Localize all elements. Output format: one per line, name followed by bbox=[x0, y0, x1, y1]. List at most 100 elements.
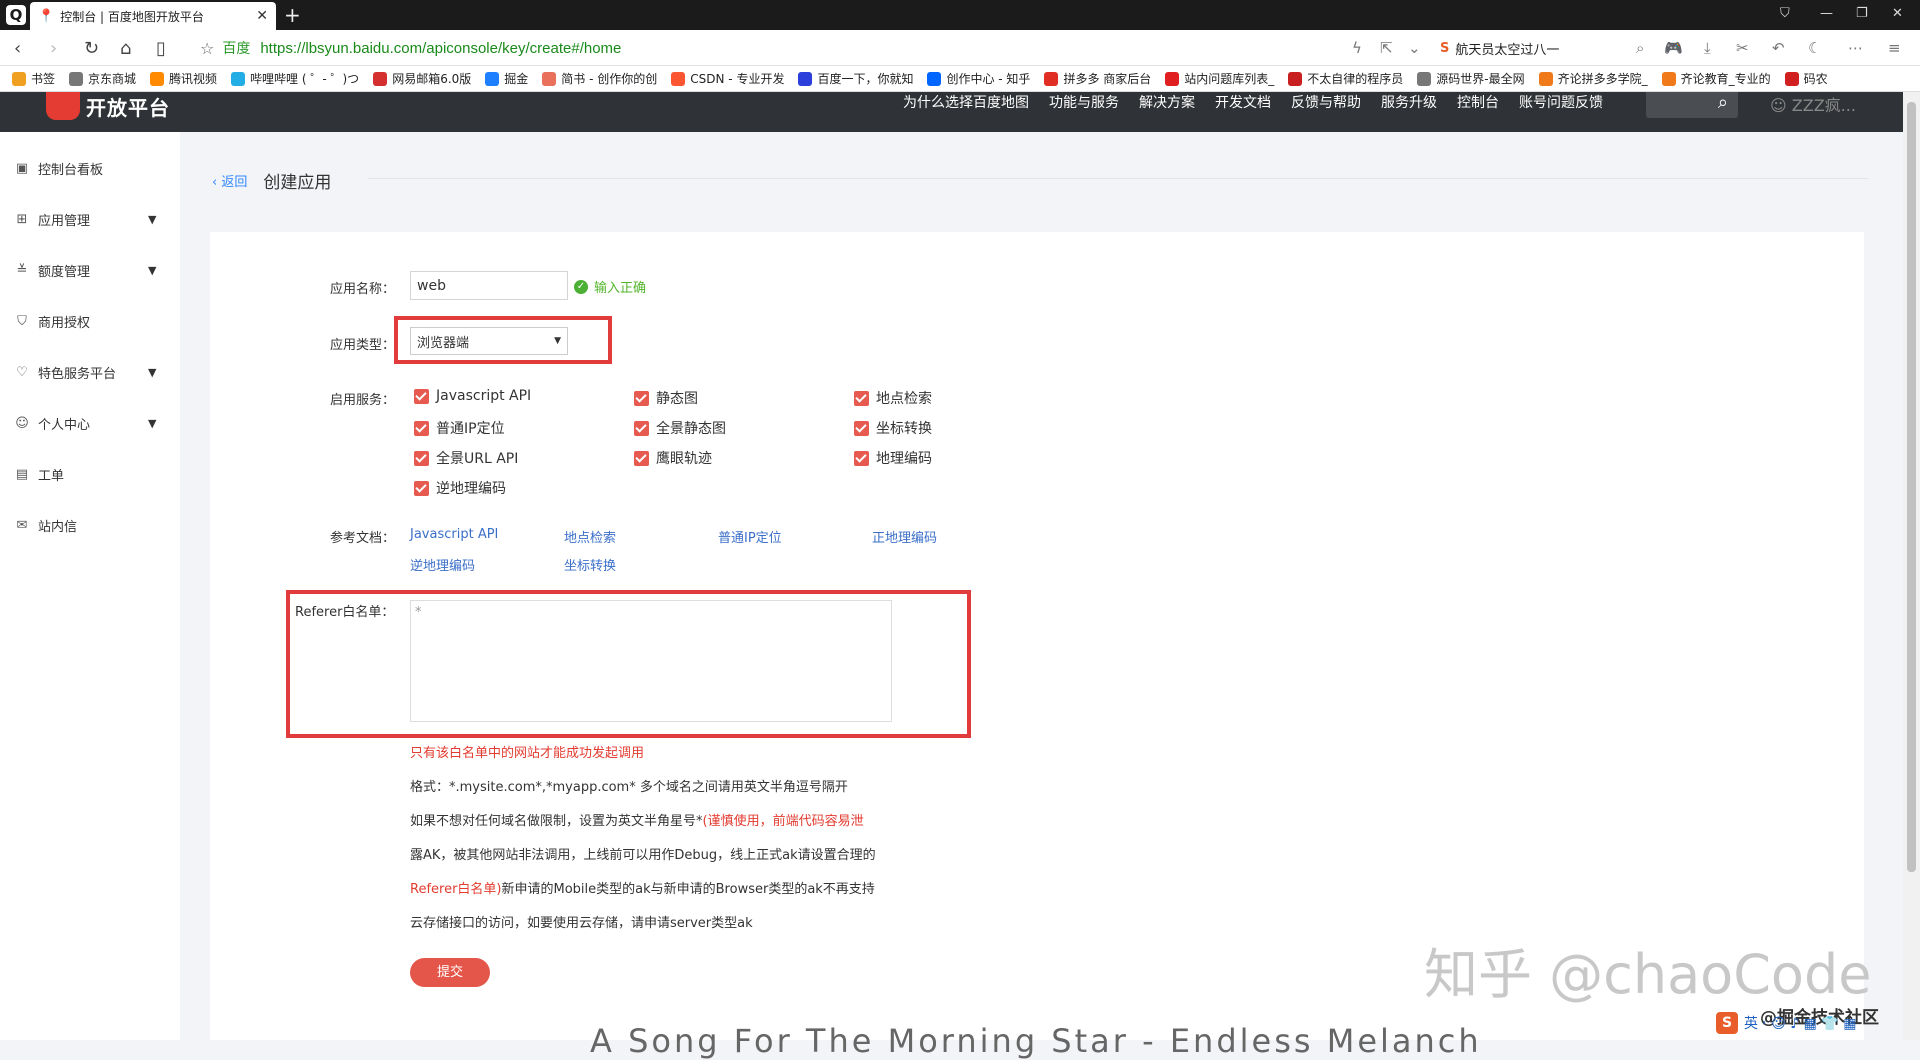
browser-tab-active[interactable]: 📍 控制台 | 百度地图开放平台 ✕ bbox=[30, 2, 276, 30]
undo-icon[interactable]: ↶ bbox=[1772, 39, 1785, 57]
checkbox-checked-icon[interactable] bbox=[414, 420, 429, 436]
minimize-icon[interactable]: — bbox=[1820, 6, 1833, 21]
bookmark-item[interactable]: 齐论拼多多学院_ bbox=[1538, 70, 1648, 87]
service-checkbox[interactable]: 坐标转换 bbox=[854, 418, 932, 438]
back-icon[interactable]: ‹ bbox=[14, 38, 21, 59]
more-icon[interactable]: ⋯ bbox=[1848, 39, 1863, 57]
service-checkbox[interactable]: 全景静态图 bbox=[634, 418, 726, 438]
shirt-icon[interactable]: ⛉ bbox=[1780, 6, 1790, 21]
bookmark-item[interactable]: 百度一下，你就知 bbox=[798, 70, 913, 87]
close-tab-icon[interactable]: ✕ bbox=[256, 8, 268, 24]
doc-link[interactable]: 逆地理编码 bbox=[410, 555, 475, 574]
checkbox-checked-icon[interactable] bbox=[634, 450, 649, 466]
site-nav-item[interactable]: 服务升级 bbox=[1381, 92, 1437, 113]
bookmark-item[interactable]: 书签 bbox=[12, 70, 55, 87]
sidebar-item[interactable]: ⛉ 商用授权 bbox=[0, 309, 180, 333]
site-nav-item[interactable]: 控制台 bbox=[1457, 92, 1499, 113]
forward-icon[interactable]: › bbox=[50, 38, 57, 59]
service-checkbox[interactable]: Javascript API bbox=[414, 388, 531, 404]
doc-link[interactable]: 普通IP定位 bbox=[718, 527, 782, 546]
bookmark-item[interactable]: 掘金 bbox=[485, 70, 528, 87]
doc-link[interactable]: 坐标转换 bbox=[564, 555, 616, 574]
site-nav-item[interactable]: 开发文档 bbox=[1215, 92, 1271, 113]
bookmark-item[interactable]: 不太自律的程序员 bbox=[1288, 70, 1403, 87]
bookmark-item[interactable]: 创作中心 - 知乎 bbox=[927, 70, 1030, 87]
bookmark-item[interactable]: 齐论教育_专业的 bbox=[1661, 70, 1771, 87]
game-icon[interactable]: 🎮 bbox=[1664, 39, 1683, 57]
service-checkbox[interactable]: 地点检索 bbox=[854, 388, 932, 408]
caret-down-icon[interactable]: ▼ bbox=[148, 213, 156, 226]
bookmark-item[interactable]: 网易邮箱6.0版 bbox=[373, 70, 471, 87]
checkbox-checked-icon[interactable] bbox=[854, 390, 869, 406]
bookmark-item[interactable]: 码农 bbox=[1784, 70, 1828, 87]
sidebar-item[interactable]: ☺ 个人中心 ▼ bbox=[0, 411, 180, 435]
site-nav-item[interactable]: 反馈与帮助 bbox=[1291, 92, 1361, 113]
sidebar-item[interactable]: ▣ 控制台看板 bbox=[0, 156, 180, 180]
flash-icon[interactable]: ϟ bbox=[1352, 39, 1362, 57]
bookmark-item[interactable]: 腾讯视频 bbox=[150, 70, 217, 87]
search-icon[interactable]: ⌕ bbox=[1636, 39, 1644, 57]
baidu-map-logo[interactable]: 开放平台 bbox=[46, 92, 170, 120]
chevron-down-icon[interactable]: ⌄ bbox=[1408, 39, 1421, 57]
share-icon[interactable]: ⇱ bbox=[1380, 39, 1393, 57]
service-checkbox[interactable]: 鹰眼轨迹 bbox=[634, 448, 712, 468]
reload-icon[interactable]: ↻ bbox=[84, 38, 99, 59]
bookmark-item[interactable]: CSDN - 专业开发 bbox=[671, 70, 784, 87]
checkbox-checked-icon[interactable] bbox=[854, 450, 869, 466]
bookmark-star-icon[interactable]: ☆ bbox=[200, 39, 214, 58]
checkbox-checked-icon[interactable] bbox=[414, 480, 429, 496]
scrollbar-thumb[interactable] bbox=[1907, 102, 1916, 872]
header-search[interactable]: ⌕ bbox=[1646, 92, 1738, 118]
close-window-icon[interactable]: ✕ bbox=[1892, 6, 1903, 21]
scissors-icon[interactable]: ✂ bbox=[1736, 39, 1749, 57]
search-box[interactable]: S 航天员太空过八一 bbox=[1440, 36, 1650, 60]
sidebar-item[interactable]: ▤ 工单 bbox=[0, 462, 180, 486]
search-icon[interactable]: ⌕ bbox=[1718, 92, 1728, 113]
bookmark-item[interactable]: 源码世界-最全网 bbox=[1417, 70, 1525, 87]
site-nav-item[interactable]: 为什么选择百度地图 bbox=[903, 92, 1029, 113]
caret-down-icon[interactable]: ▼ bbox=[148, 417, 156, 430]
site-nav-item[interactable]: 功能与服务 bbox=[1049, 92, 1119, 113]
bookmark-item[interactable]: 拼多多 商家后台 bbox=[1044, 70, 1151, 87]
night-mode-icon[interactable]: ☾ bbox=[1808, 39, 1821, 57]
sidebar-item[interactable]: ≚ 额度管理 ▼ bbox=[0, 258, 180, 282]
bookmark-item[interactable]: 简书 - 创作你的创 bbox=[542, 70, 657, 87]
caret-down-icon[interactable]: ▼ bbox=[148, 366, 156, 379]
service-checkbox[interactable]: 静态图 bbox=[634, 388, 698, 408]
service-checkbox[interactable]: 普通IP定位 bbox=[414, 418, 505, 438]
url-text[interactable]: https://lbsyun.baidu.com/apiconsole/key/… bbox=[260, 40, 621, 57]
ime-tray[interactable]: S 英 ˒ ☺ ♪ ▦ 👕 ▦ bbox=[1716, 1012, 1856, 1034]
bookmark-item[interactable]: 哔哩哔哩 ( ゜- ゜)つ bbox=[231, 70, 359, 87]
restore-icon[interactable]: ❐ bbox=[1856, 6, 1868, 21]
reader-icon[interactable]: ▯ bbox=[156, 38, 166, 59]
app-name-input[interactable] bbox=[410, 271, 568, 300]
submit-button[interactable]: 提交 bbox=[410, 958, 490, 987]
bookmark-item[interactable]: 站内问题库列表_ bbox=[1165, 70, 1274, 87]
site-nav-item[interactable]: 账号问题反馈 bbox=[1519, 92, 1603, 113]
bookmark-item[interactable]: 京东商城 bbox=[69, 70, 136, 87]
doc-link[interactable]: 正地理编码 bbox=[872, 527, 937, 546]
back-link[interactable]: ‹ 返回 bbox=[212, 171, 247, 190]
user-account[interactable]: ☺ ZZZ疯... bbox=[1770, 92, 1856, 116]
browser-logo-icon[interactable]: Q bbox=[6, 5, 26, 25]
checkbox-checked-icon[interactable] bbox=[414, 450, 429, 466]
page-scrollbar[interactable] bbox=[1903, 92, 1920, 1040]
site-nav-item[interactable]: 解决方案 bbox=[1139, 92, 1195, 113]
doc-link[interactable]: Javascript API bbox=[410, 527, 498, 542]
new-tab-button[interactable]: + bbox=[284, 3, 301, 27]
sidebar-item[interactable]: ♡ 特色服务平台 ▼ bbox=[0, 360, 180, 384]
checkbox-checked-icon[interactable] bbox=[414, 388, 429, 404]
sidebar-item[interactable]: ✉ 站内信 bbox=[0, 513, 180, 537]
menu-icon[interactable]: ≡ bbox=[1888, 39, 1901, 57]
service-checkbox[interactable]: 全景URL API bbox=[414, 448, 518, 468]
search-text[interactable]: 航天员太空过八一 bbox=[1455, 39, 1559, 58]
service-checkbox[interactable]: 地理编码 bbox=[854, 448, 932, 468]
checkbox-checked-icon[interactable] bbox=[634, 420, 649, 436]
checkbox-checked-icon[interactable] bbox=[634, 390, 649, 406]
download-icon[interactable]: ⤓ bbox=[1704, 39, 1711, 57]
doc-link[interactable]: 地点检索 bbox=[564, 527, 616, 546]
url-field[interactable]: ☆ 百度 https://lbsyun.baidu.com/apiconsole… bbox=[200, 37, 621, 59]
service-checkbox[interactable]: 逆地理编码 bbox=[414, 478, 506, 498]
checkbox-checked-icon[interactable] bbox=[854, 420, 869, 436]
sidebar-item[interactable]: ⊞ 应用管理 ▼ bbox=[0, 207, 180, 231]
